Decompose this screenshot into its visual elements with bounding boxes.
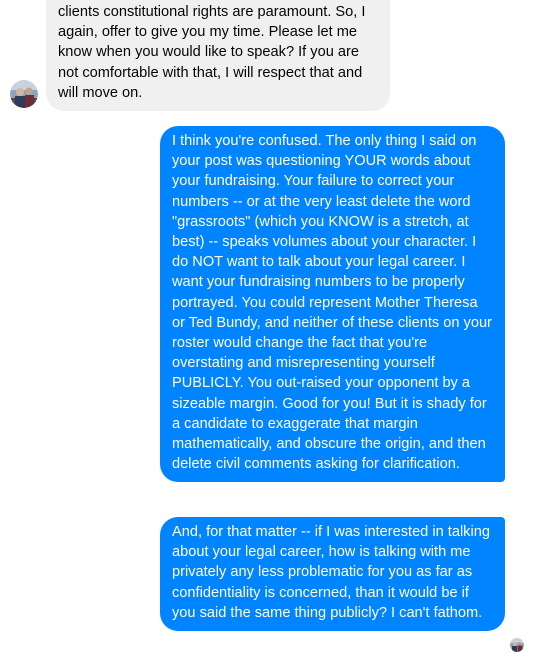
contact-avatar[interactable]: [10, 80, 38, 108]
outgoing-message-bubble-2[interactable]: And, for that matter -- if I was interes…: [160, 517, 505, 632]
seen-avatar-icon: [510, 638, 524, 652]
seen-indicator-avatar: [510, 638, 524, 652]
avatar-icon: [10, 80, 38, 108]
incoming-message-bubble[interactable]: clients constitutional rights are paramo…: [46, 0, 390, 112]
outgoing-message-bubble-1[interactable]: I think you're confused. The only thing …: [160, 126, 505, 483]
